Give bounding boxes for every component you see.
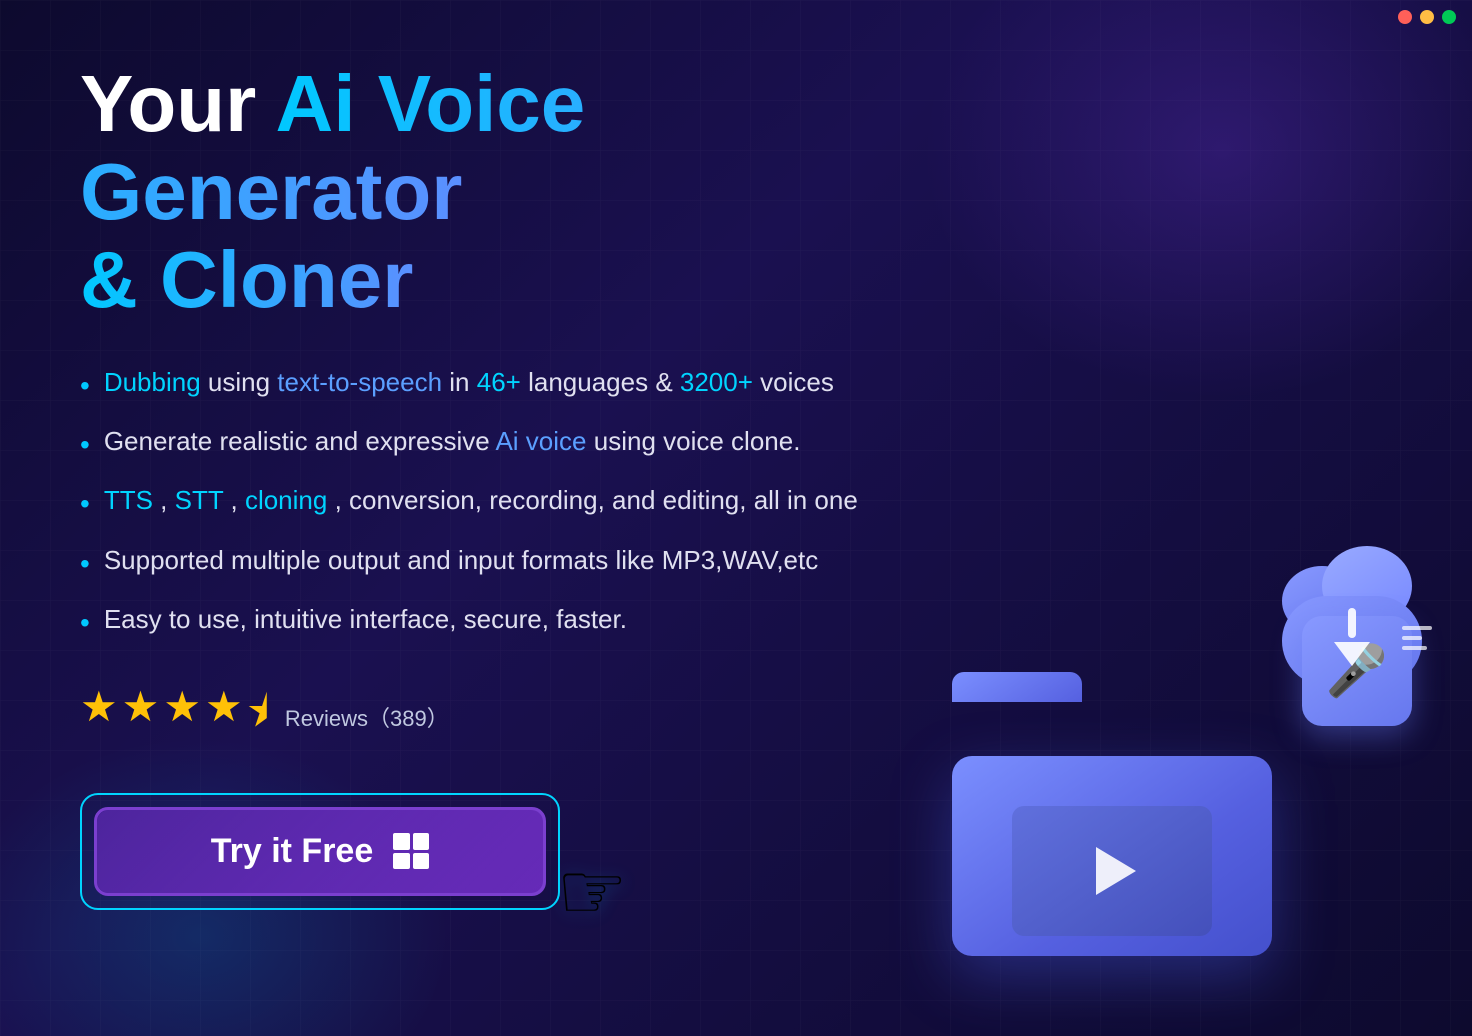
folder-body (952, 756, 1272, 956)
cloud-illustration (1262, 546, 1442, 686)
main-container: Your Ai Voice Generator & Cloner • Dubbi… (0, 0, 1472, 1036)
headline: Your Ai Voice Generator & Cloner (80, 60, 930, 324)
cta-button-label: Try it Free (211, 832, 374, 871)
feature-item-4: • Supported multiple output and input fo… (80, 542, 930, 583)
feature-text-1: Dubbing using text-to-speech in 46+ lang… (104, 364, 834, 400)
star-4: ★ (205, 682, 243, 753)
window-controls (1398, 10, 1456, 24)
wave-2 (1402, 636, 1422, 640)
illustration-right: 🎤 (932, 576, 1412, 976)
bullet-1: • (80, 366, 90, 405)
minimize-button[interactable] (1420, 10, 1434, 24)
feature-1-tts: text-to-speech (277, 367, 442, 397)
wave-3 (1402, 646, 1427, 650)
reviews-section: ★ ★ ★ ★ ⯨ Reviews（389） (80, 682, 930, 753)
folder-tab (952, 672, 1082, 702)
feature-2-ai-voice: Ai voice (495, 426, 586, 456)
feature-1-langs: 46+ (477, 367, 521, 397)
feature-item-3: • TTS , STT , cloning , conversion, reco… (80, 482, 930, 523)
feature-item-5: • Easy to use, intuitive interface, secu… (80, 601, 930, 642)
bullet-3: • (80, 484, 90, 523)
wave-1 (1402, 626, 1432, 630)
feature-3-stt: STT (175, 485, 224, 515)
feature-1-voices: 3200+ (680, 367, 753, 397)
cursor-wrapper: ☞ (556, 845, 628, 938)
sound-waves (1402, 626, 1432, 650)
bullet-2: • (80, 425, 90, 464)
bullet-4: • (80, 544, 90, 583)
maximize-button[interactable] (1442, 10, 1456, 24)
cta-outer-box: Try it Free ☞ (80, 793, 560, 910)
feature-text-4: Supported multiple output and input form… (104, 542, 818, 578)
content-left: Your Ai Voice Generator & Cloner • Dubbi… (80, 60, 930, 910)
feature-text-3: TTS , STT , cloning , conversion, record… (104, 482, 858, 518)
star-1: ★ (80, 682, 118, 753)
bullet-5: • (80, 603, 90, 642)
cursor-hand-icon: ☞ (556, 847, 628, 936)
close-button[interactable] (1398, 10, 1412, 24)
feature-item-2: • Generate realistic and expressive Ai v… (80, 423, 930, 464)
feature-1-dubbing: Dubbing (104, 367, 201, 397)
headline-suffix: & Cloner (80, 235, 413, 324)
feature-3-cloning: cloning (245, 485, 327, 515)
try-it-free-button[interactable]: Try it Free (94, 807, 546, 896)
folder-illustration (952, 696, 1272, 956)
feature-3-tts: TTS (104, 485, 153, 515)
arrow-down (1334, 642, 1370, 666)
feature-text-2: Generate realistic and expressive Ai voi… (104, 423, 801, 459)
star-2: ★ (122, 682, 160, 753)
reviews-label: Reviews（389） (285, 701, 449, 733)
star-5-half: ⯨ (247, 682, 269, 753)
headline-prefix: Your (80, 59, 276, 148)
feature-item-1: • Dubbing using text-to-speech in 46+ la… (80, 364, 930, 405)
star-3: ★ (163, 682, 201, 753)
windows-icon (393, 833, 429, 869)
star-rating: ★ ★ ★ ★ ⯨ (80, 682, 269, 753)
folder-inner (1012, 806, 1212, 936)
feature-text-5: Easy to use, intuitive interface, secure… (104, 601, 627, 637)
download-arrow (1334, 608, 1370, 666)
features-list: • Dubbing using text-to-speech in 46+ la… (80, 364, 930, 642)
arrow-line (1348, 608, 1356, 638)
play-icon (1096, 847, 1136, 895)
